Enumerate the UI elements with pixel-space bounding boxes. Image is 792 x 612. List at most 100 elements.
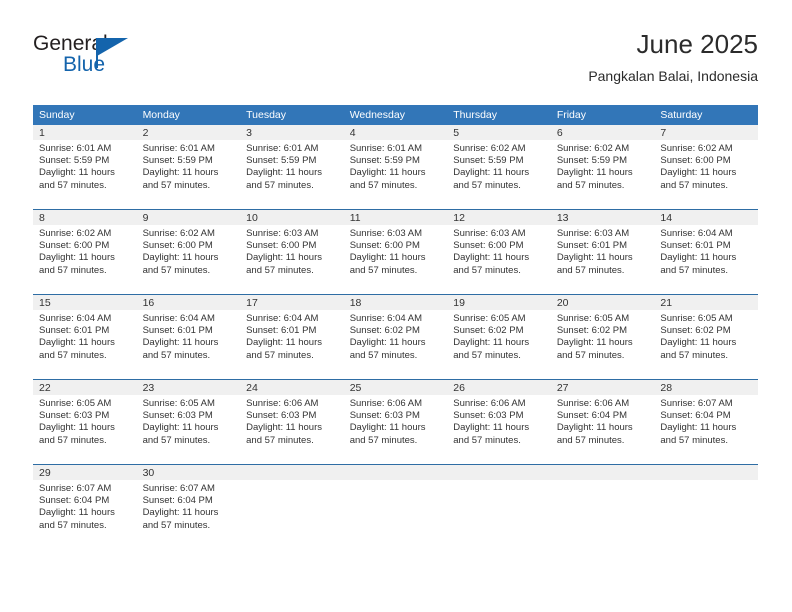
day-details: Sunrise: 6:04 AM Sunset: 6:01 PM Daylight:… xyxy=(654,225,758,277)
daylight-text-line2: and 57 minutes. xyxy=(660,349,728,361)
day-details: Sunrise: 6:02 AM Sunset: 5:59 PM Daylight:… xyxy=(447,140,551,192)
daylight-text-line2: and 57 minutes. xyxy=(349,179,418,191)
sunrise-text: Sunrise: 6:02 AM xyxy=(556,143,630,154)
daylight-text-line2: and 57 minutes. xyxy=(142,264,211,276)
calendar-day-cell[interactable]: 22 Sunrise: 6:05 AM Sunset: 6:03 PM Dayligh… xyxy=(33,379,137,465)
sunset-text: Sunset: 5:59 PM xyxy=(39,155,110,167)
daylight-text-line2: and 57 minutes. xyxy=(142,349,211,361)
day-number: 26 xyxy=(447,380,551,395)
day-cell-content xyxy=(550,465,655,549)
day-details: Sunrise: 6:01 AM Sunset: 5:59 PM Daylight:… xyxy=(344,140,448,192)
page-header: General Blue June 2025 Pangkalan Balai, … xyxy=(33,28,758,100)
sunset-text: Sunset: 6:03 PM xyxy=(349,410,420,422)
calendar-day-cell[interactable]: 15 Sunrise: 6:04 AM Sunset: 6:01 PM Dayligh… xyxy=(33,294,137,380)
calendar-day-cell[interactable]: 18 Sunrise: 6:04 AM Sunset: 6:02 PM Dayligh… xyxy=(343,294,448,380)
calendar-day-cell[interactable]: 7 Sunrise: 6:02 AM Sunset: 6:00 PM Daylight… xyxy=(654,125,758,210)
daylight-text-line2: and 57 minutes. xyxy=(349,264,418,276)
day-number: 5 xyxy=(447,125,551,140)
daylight-text-line2: and 57 minutes. xyxy=(556,264,625,276)
day-number: 3 xyxy=(240,125,344,140)
sunrise-text: Sunrise: 6:02 AM xyxy=(142,228,215,239)
calendar-day-cell[interactable]: 19 Sunrise: 6:05 AM Sunset: 6:02 PM Dayligh… xyxy=(447,294,551,380)
day-details: Sunrise: 6:01 AM Sunset: 5:59 PM Daylight:… xyxy=(240,140,344,192)
calendar-day-cell[interactable]: 3 Sunrise: 6:01 AM Sunset: 5:59 PM Daylight… xyxy=(240,125,344,210)
daylight-text-line2: and 57 minutes. xyxy=(39,519,107,531)
daylight-text-line2: and 57 minutes. xyxy=(246,264,314,276)
day-details: Sunrise: 6:06 AM Sunset: 6:03 PM Daylight:… xyxy=(344,395,448,447)
day-cell-content: 5 Sunrise: 6:02 AM Sunset: 5:59 PM Daylight… xyxy=(447,125,551,209)
daylight-text-line2: and 57 minutes. xyxy=(39,434,107,446)
sunrise-text: Sunrise: 6:07 AM xyxy=(142,483,215,494)
calendar-week-row: 22 Sunrise: 6:05 AM Sunset: 6:03 PM Dayligh… xyxy=(33,379,758,465)
calendar-day-cell[interactable]: 17 Sunrise: 6:04 AM Sunset: 6:01 PM Dayligh… xyxy=(240,294,344,380)
sunset-text: Sunset: 5:59 PM xyxy=(246,155,317,167)
calendar-day-cell xyxy=(343,464,448,549)
daylight-text-line1: Daylight: 11 hours xyxy=(349,422,426,434)
calendar-day-cell[interactable]: 5 Sunrise: 6:02 AM Sunset: 5:59 PM Daylight… xyxy=(447,125,551,210)
daylight-text-line1: Daylight: 11 hours xyxy=(142,507,219,519)
day-cell-content: 30 Sunrise: 6:07 AM Sunset: 6:04 PM Dayligh… xyxy=(136,465,241,549)
calendar-day-cell[interactable]: 30 Sunrise: 6:07 AM Sunset: 6:04 PM Dayligh… xyxy=(136,464,241,549)
sunset-text: Sunset: 6:00 PM xyxy=(349,240,420,252)
sunset-text: Sunset: 6:01 PM xyxy=(142,325,213,337)
calendar-day-cell[interactable]: 6 Sunrise: 6:02 AM Sunset: 5:59 PM Daylight… xyxy=(550,125,655,210)
sunrise-text: Sunrise: 6:05 AM xyxy=(660,313,733,324)
day-cell-content: 12 Sunrise: 6:03 AM Sunset: 6:00 PM Dayligh… xyxy=(447,210,551,294)
weekday-header-wednesday: Wednesday xyxy=(343,105,448,125)
daylight-text-line1: Daylight: 11 hours xyxy=(39,507,115,519)
day-number xyxy=(550,465,655,480)
calendar-day-cell[interactable]: 21 Sunrise: 6:05 AM Sunset: 6:02 PM Dayligh… xyxy=(654,294,758,380)
calendar-day-cell[interactable]: 24 Sunrise: 6:06 AM Sunset: 6:03 PM Dayligh… xyxy=(240,379,344,465)
calendar-day-cell[interactable]: 10 Sunrise: 6:03 AM Sunset: 6:00 PM Dayligh… xyxy=(240,209,344,295)
day-details: Sunrise: 6:06 AM Sunset: 6:04 PM Daylight:… xyxy=(551,395,655,447)
daylight-text-line1: Daylight: 11 hours xyxy=(142,337,219,349)
day-cell-content: 29 Sunrise: 6:07 AM Sunset: 6:04 PM Dayligh… xyxy=(33,465,137,549)
day-number: 19 xyxy=(447,295,551,310)
calendar-day-cell[interactable]: 14 Sunrise: 6:04 AM Sunset: 6:01 PM Dayligh… xyxy=(654,209,758,295)
sunrise-text: Sunrise: 6:02 AM xyxy=(39,228,112,239)
calendar-day-cell[interactable]: 8 Sunrise: 6:02 AM Sunset: 6:00 PM Daylight… xyxy=(33,209,137,295)
generalblue-logo[interactable]: General Blue xyxy=(33,32,153,84)
daylight-text-line2: and 57 minutes. xyxy=(246,434,314,446)
calendar-day-cell[interactable]: 2 Sunrise: 6:01 AM Sunset: 5:59 PM Daylight… xyxy=(136,125,241,210)
calendar-day-cell[interactable]: 9 Sunrise: 6:02 AM Sunset: 6:00 PM Daylight… xyxy=(136,209,241,295)
sunrise-text: Sunrise: 6:06 AM xyxy=(556,398,630,409)
day-number: 17 xyxy=(240,295,344,310)
day-cell-content: 7 Sunrise: 6:02 AM Sunset: 6:00 PM Daylight… xyxy=(654,125,758,209)
daylight-text-line1: Daylight: 11 hours xyxy=(349,252,426,264)
calendar-day-cell[interactable]: 12 Sunrise: 6:03 AM Sunset: 6:00 PM Dayligh… xyxy=(447,209,551,295)
weekday-header-tuesday: Tuesday xyxy=(240,105,344,125)
day-details: Sunrise: 6:01 AM Sunset: 5:59 PM Daylight:… xyxy=(33,140,137,192)
sunset-text: Sunset: 6:03 PM xyxy=(246,410,317,422)
calendar-day-cell[interactable]: 26 Sunrise: 6:06 AM Sunset: 6:03 PM Dayligh… xyxy=(447,379,551,465)
day-cell-content: 8 Sunrise: 6:02 AM Sunset: 6:00 PM Daylight… xyxy=(33,210,137,294)
day-cell-content: 24 Sunrise: 6:06 AM Sunset: 6:03 PM Dayligh… xyxy=(240,380,344,464)
day-details: Sunrise: 6:04 AM Sunset: 6:01 PM Daylight:… xyxy=(33,310,137,362)
day-cell-content: 27 Sunrise: 6:06 AM Sunset: 6:04 PM Dayligh… xyxy=(550,380,655,464)
day-details: Sunrise: 6:03 AM Sunset: 6:01 PM Daylight:… xyxy=(551,225,655,277)
daylight-text-line2: and 57 minutes. xyxy=(556,349,625,361)
calendar-day-cell[interactable]: 23 Sunrise: 6:05 AM Sunset: 6:03 PM Dayligh… xyxy=(136,379,241,465)
daylight-text-line1: Daylight: 11 hours xyxy=(660,422,737,434)
daylight-text-line1: Daylight: 11 hours xyxy=(453,422,530,434)
calendar-day-cell[interactable]: 16 Sunrise: 6:04 AM Sunset: 6:01 PM Dayligh… xyxy=(136,294,241,380)
calendar-day-cell[interactable]: 11 Sunrise: 6:03 AM Sunset: 6:00 PM Dayligh… xyxy=(343,209,448,295)
calendar-day-cell[interactable]: 1 Sunrise: 6:01 AM Sunset: 5:59 PM Daylight… xyxy=(33,125,137,210)
daylight-text-line1: Daylight: 11 hours xyxy=(39,252,115,264)
calendar-day-cell[interactable]: 29 Sunrise: 6:07 AM Sunset: 6:04 PM Dayligh… xyxy=(33,464,137,549)
brand-name-blue: Blue xyxy=(63,53,106,76)
calendar-day-cell[interactable]: 13 Sunrise: 6:03 AM Sunset: 6:01 PM Dayligh… xyxy=(550,209,655,295)
calendar-day-cell[interactable]: 25 Sunrise: 6:06 AM Sunset: 6:03 PM Dayligh… xyxy=(343,379,448,465)
calendar-day-cell[interactable]: 4 Sunrise: 6:01 AM Sunset: 5:59 PM Daylight… xyxy=(343,125,448,210)
day-details: Sunrise: 6:06 AM Sunset: 6:03 PM Daylight:… xyxy=(447,395,551,447)
sunrise-text: Sunrise: 6:05 AM xyxy=(142,398,215,409)
calendar-day-cell[interactable]: 28 Sunrise: 6:07 AM Sunset: 6:04 PM Dayligh… xyxy=(654,379,758,465)
daylight-text-line1: Daylight: 11 hours xyxy=(556,252,633,264)
calendar-day-cell[interactable]: 20 Sunrise: 6:05 AM Sunset: 6:02 PM Dayligh… xyxy=(550,294,655,380)
sunrise-text: Sunrise: 6:07 AM xyxy=(660,398,733,409)
calendar-day-cell xyxy=(550,464,655,549)
day-number: 16 xyxy=(136,295,241,310)
calendar-day-cell[interactable]: 27 Sunrise: 6:06 AM Sunset: 6:04 PM Dayligh… xyxy=(550,379,655,465)
sunrise-text: Sunrise: 6:05 AM xyxy=(556,313,630,324)
day-details: Sunrise: 6:05 AM Sunset: 6:02 PM Daylight:… xyxy=(551,310,655,362)
